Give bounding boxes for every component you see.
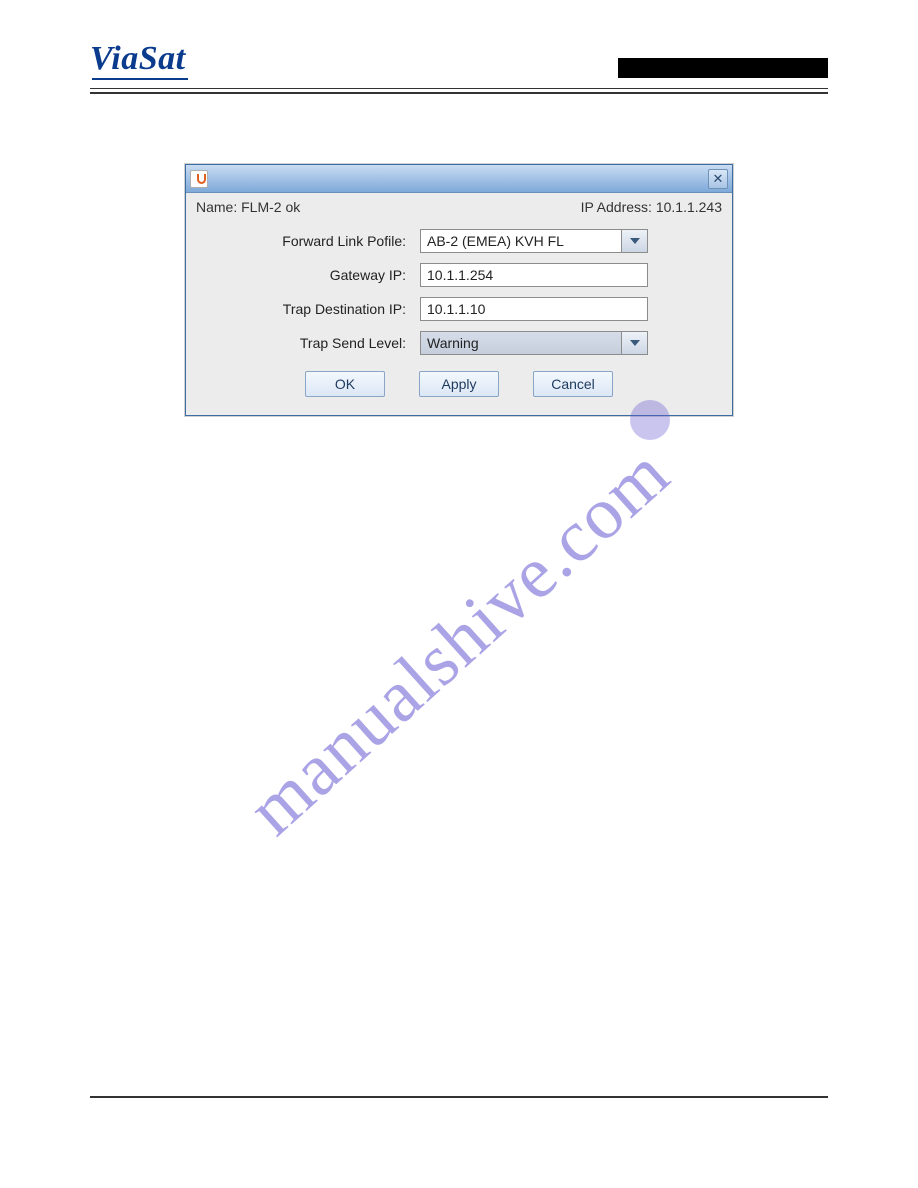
row-trap-send-level: Trap Send Level: (206, 331, 712, 355)
header-rule-thick (90, 92, 828, 94)
dialog-info-bar: Name: FLM-2 ok IP Address: 10.1.1.243 (186, 193, 732, 223)
trap-send-level-combo[interactable] (420, 331, 648, 355)
footer-rule (90, 1096, 828, 1098)
name-value: FLM-2 ok (241, 199, 300, 215)
name-label: Name: (196, 199, 237, 215)
trap-send-level-input[interactable] (420, 331, 622, 355)
row-gateway-ip: Gateway IP: (206, 263, 712, 287)
chevron-down-icon[interactable] (622, 331, 648, 355)
ip-label: IP Address: (581, 199, 652, 215)
header-rule (90, 88, 828, 89)
gateway-ip-label: Gateway IP: (206, 267, 420, 283)
chevron-down-icon[interactable] (622, 229, 648, 253)
trap-destination-ip-label: Trap Destination IP: (206, 301, 420, 317)
ip-value: 10.1.1.243 (656, 199, 722, 215)
forward-link-profile-label: Forward Link Pofile: (206, 233, 420, 249)
page-header: ViaSat (90, 40, 828, 84)
config-dialog: ✕ Name: FLM-2 ok IP Address: 10.1.1.243 … (185, 164, 733, 416)
dialog-button-row: OK Apply Cancel (206, 371, 712, 397)
ok-button[interactable]: OK (305, 371, 385, 397)
java-icon (190, 170, 208, 188)
forward-link-profile-combo[interactable] (420, 229, 648, 253)
cancel-button[interactable]: Cancel (533, 371, 613, 397)
trap-send-level-label: Trap Send Level: (206, 335, 420, 351)
name-display: Name: FLM-2 ok (196, 199, 300, 215)
apply-button[interactable]: Apply (419, 371, 499, 397)
gateway-ip-input[interactable] (420, 263, 648, 287)
watermark-text: manualshive.com (232, 431, 686, 852)
row-trap-destination-ip: Trap Destination IP: (206, 297, 712, 321)
forward-link-profile-input[interactable] (420, 229, 622, 253)
row-forward-link-profile: Forward Link Pofile: (206, 229, 712, 253)
viasat-logo: ViaSat (90, 40, 186, 78)
close-icon[interactable]: ✕ (708, 169, 728, 189)
trap-destination-ip-input[interactable] (420, 297, 648, 321)
ip-display: IP Address: 10.1.1.243 (581, 199, 722, 215)
dialog-titlebar: ✕ (186, 165, 732, 193)
dialog-form: Forward Link Pofile: Gateway IP: Trap De… (186, 223, 732, 415)
header-black-bar (618, 58, 828, 78)
